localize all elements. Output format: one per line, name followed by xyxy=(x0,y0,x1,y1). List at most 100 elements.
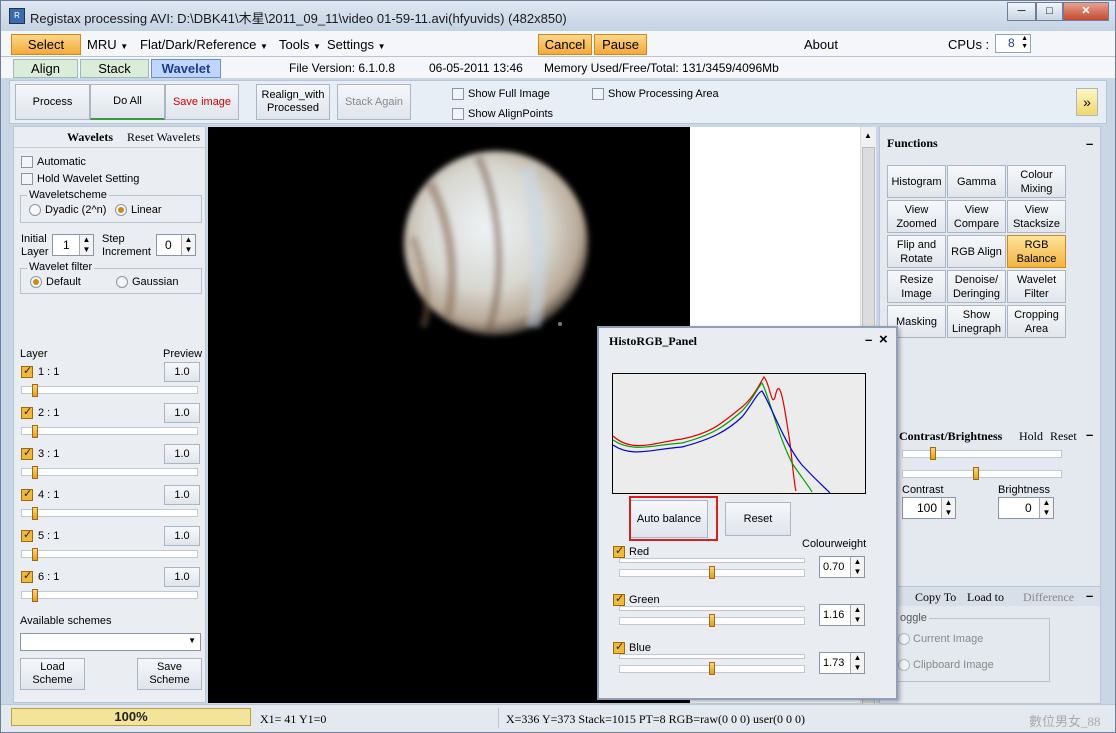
copy-to-button[interactable]: Copy To xyxy=(915,590,956,605)
resize-image-button[interactable]: Resize Image xyxy=(887,270,946,303)
cancel-button[interactable]: Cancel xyxy=(538,34,592,55)
do-all-button[interactable]: Do All xyxy=(90,84,165,120)
layer-5-slider-thumb[interactable] xyxy=(32,548,38,561)
layer-6-preview-button[interactable]: 1.0 xyxy=(164,567,200,587)
contrast-reset-button[interactable]: Reset xyxy=(1050,429,1077,444)
menu-flat-dark-reference[interactable]: Flat/Dark/Reference ▼ xyxy=(140,37,268,52)
realign-button[interactable]: Realign_with Processed xyxy=(256,84,330,120)
histogram-button[interactable]: Histogram xyxy=(887,165,946,198)
layer-4-slider-thumb[interactable] xyxy=(32,507,38,520)
pause-button[interactable]: Pause xyxy=(594,34,647,55)
layer-1-checkbox[interactable] xyxy=(21,364,33,378)
layer-1-slider-thumb[interactable] xyxy=(32,384,38,397)
layer-6-slider-track[interactable] xyxy=(21,591,198,599)
layer-4-checkbox[interactable] xyxy=(21,487,33,501)
red-weight-slider-thumb[interactable] xyxy=(709,566,715,579)
gamma-button[interactable]: Gamma xyxy=(947,165,1006,198)
reset-wavelets-button[interactable]: Reset Wavelets xyxy=(127,130,200,145)
close-window-button[interactable]: ✕ xyxy=(1063,2,1109,21)
contrast-slider-thumb[interactable] xyxy=(930,447,936,460)
view-zoomed-button[interactable]: View Zoomed xyxy=(887,200,946,233)
blue-weight-slider-thumb[interactable] xyxy=(709,662,715,675)
green-upper-track[interactable] xyxy=(619,606,805,611)
flip-and-rotate-button[interactable]: Flip and Rotate xyxy=(887,235,946,268)
colour-mixing-button[interactable]: Colour Mixing xyxy=(1007,165,1066,198)
clipboard-image-radio[interactable] xyxy=(898,659,910,671)
show-linegraph-button[interactable]: Show Linegraph xyxy=(947,305,1006,338)
tab-align[interactable]: Align xyxy=(13,59,78,78)
hold-wavelet-checkbox[interactable] xyxy=(21,173,33,185)
contrast-hold-button[interactable]: Hold xyxy=(1019,429,1043,444)
wavelet-filter-button[interactable]: Wavelet Filter xyxy=(1007,270,1066,303)
blue-upper-track[interactable] xyxy=(619,654,805,659)
process-button[interactable]: Process xyxy=(15,84,90,120)
rgb-align-button[interactable]: RGB Align xyxy=(947,235,1006,268)
histo-minimize-button[interactable]: – xyxy=(865,332,872,347)
copy-collapse-icon[interactable]: – xyxy=(1086,588,1093,603)
contrast-spinner[interactable]: 100 ▲ ▼ xyxy=(902,497,956,519)
menu-mru[interactable]: MRU ▼ xyxy=(87,37,128,52)
red-colourweight-spinner[interactable]: 0.70 ▲ ▼ xyxy=(819,556,865,578)
green-weight-slider-thumb[interactable] xyxy=(709,614,715,627)
view-stacksize-button[interactable]: View Stacksize xyxy=(1007,200,1066,233)
load-to-button[interactable]: Load to xyxy=(967,590,1004,605)
scroll-up-icon[interactable]: ▲ xyxy=(864,131,872,140)
save-scheme-button[interactable]: Save Scheme xyxy=(137,658,202,690)
layer-1-preview-button[interactable]: 1.0 xyxy=(164,362,200,382)
layer-5-checkbox[interactable] xyxy=(21,528,33,542)
save-image-button[interactable]: Save image xyxy=(165,84,239,120)
menu-settings[interactable]: Settings ▼ xyxy=(327,37,386,52)
show-full-image-checkbox[interactable] xyxy=(452,88,464,100)
layer-5-preview-button[interactable]: 1.0 xyxy=(164,526,200,546)
histo-reset-button[interactable]: Reset xyxy=(725,502,791,536)
maximize-window-button[interactable]: □ xyxy=(1036,2,1063,21)
brightness-spinner[interactable]: 0 ▲ ▼ xyxy=(998,497,1054,519)
functions-collapse-button[interactable]: – xyxy=(1086,136,1093,151)
layer-4-slider-track[interactable] xyxy=(21,509,198,517)
blue-colourweight-spinner[interactable]: 1.73 ▲ ▼ xyxy=(819,652,865,674)
linear-radio[interactable] xyxy=(115,204,127,216)
layer-3-slider-track[interactable] xyxy=(21,468,198,476)
menu-tools[interactable]: Tools ▼ xyxy=(279,37,321,52)
step-increment-spinner[interactable]: 0 ▲ ▼ xyxy=(156,234,196,256)
brightness-slider-track[interactable] xyxy=(902,470,1062,478)
layer-2-slider-track[interactable] xyxy=(21,427,198,435)
schemes-dropdown[interactable]: ▼ xyxy=(20,633,201,651)
expand-panel-button[interactable]: » xyxy=(1076,88,1098,116)
layer-1-slider-track[interactable] xyxy=(21,386,198,394)
green-colourweight-spinner[interactable]: 1.16 ▲ ▼ xyxy=(819,604,865,626)
default-filter-radio[interactable] xyxy=(30,276,42,288)
initial-layer-spinner[interactable]: 1 ▲ ▼ xyxy=(52,234,94,256)
current-image-radio[interactable] xyxy=(898,633,910,645)
layer-3-checkbox[interactable] xyxy=(21,446,33,460)
tab-wavelet[interactable]: Wavelet xyxy=(151,59,221,78)
load-scheme-button[interactable]: Load Scheme xyxy=(20,658,85,690)
blue-channel-checkbox[interactable] xyxy=(613,640,625,654)
histo-close-button[interactable]: × xyxy=(879,331,888,348)
minimize-window-button[interactable]: ─ xyxy=(1007,2,1036,21)
contrast-slider-track[interactable] xyxy=(902,450,1062,458)
brightness-slider-thumb[interactable] xyxy=(973,467,979,480)
cpus-spinner[interactable]: 8 ▲ ▼ xyxy=(995,34,1031,53)
show-alignpoints-checkbox[interactable] xyxy=(452,108,464,120)
about-menu[interactable]: About xyxy=(804,37,838,52)
difference-button[interactable]: Difference xyxy=(1023,590,1074,605)
layer-6-slider-thumb[interactable] xyxy=(32,589,38,602)
show-processing-area-checkbox[interactable] xyxy=(592,88,604,100)
layer-3-preview-button[interactable]: 1.0 xyxy=(164,444,200,464)
red-upper-track[interactable] xyxy=(619,558,805,563)
layer-5-slider-track[interactable] xyxy=(21,550,198,558)
layer-2-checkbox[interactable] xyxy=(21,405,33,419)
green-channel-checkbox[interactable] xyxy=(613,592,625,606)
layer-6-checkbox[interactable] xyxy=(21,569,33,583)
layer-3-slider-thumb[interactable] xyxy=(32,466,38,479)
gaussian-filter-radio[interactable] xyxy=(116,276,128,288)
stack-again-button[interactable]: Stack Again xyxy=(337,84,411,120)
select-button[interactable]: Select xyxy=(11,34,81,55)
dyadic-radio[interactable] xyxy=(29,204,41,216)
red-channel-checkbox[interactable] xyxy=(613,544,625,558)
layer-2-slider-thumb[interactable] xyxy=(32,425,38,438)
view-compare-button[interactable]: View Compare xyxy=(947,200,1006,233)
denoise-deringing-button[interactable]: Denoise/ Deringing xyxy=(947,270,1006,303)
contrast-collapse-icon[interactable]: – xyxy=(1086,427,1093,442)
